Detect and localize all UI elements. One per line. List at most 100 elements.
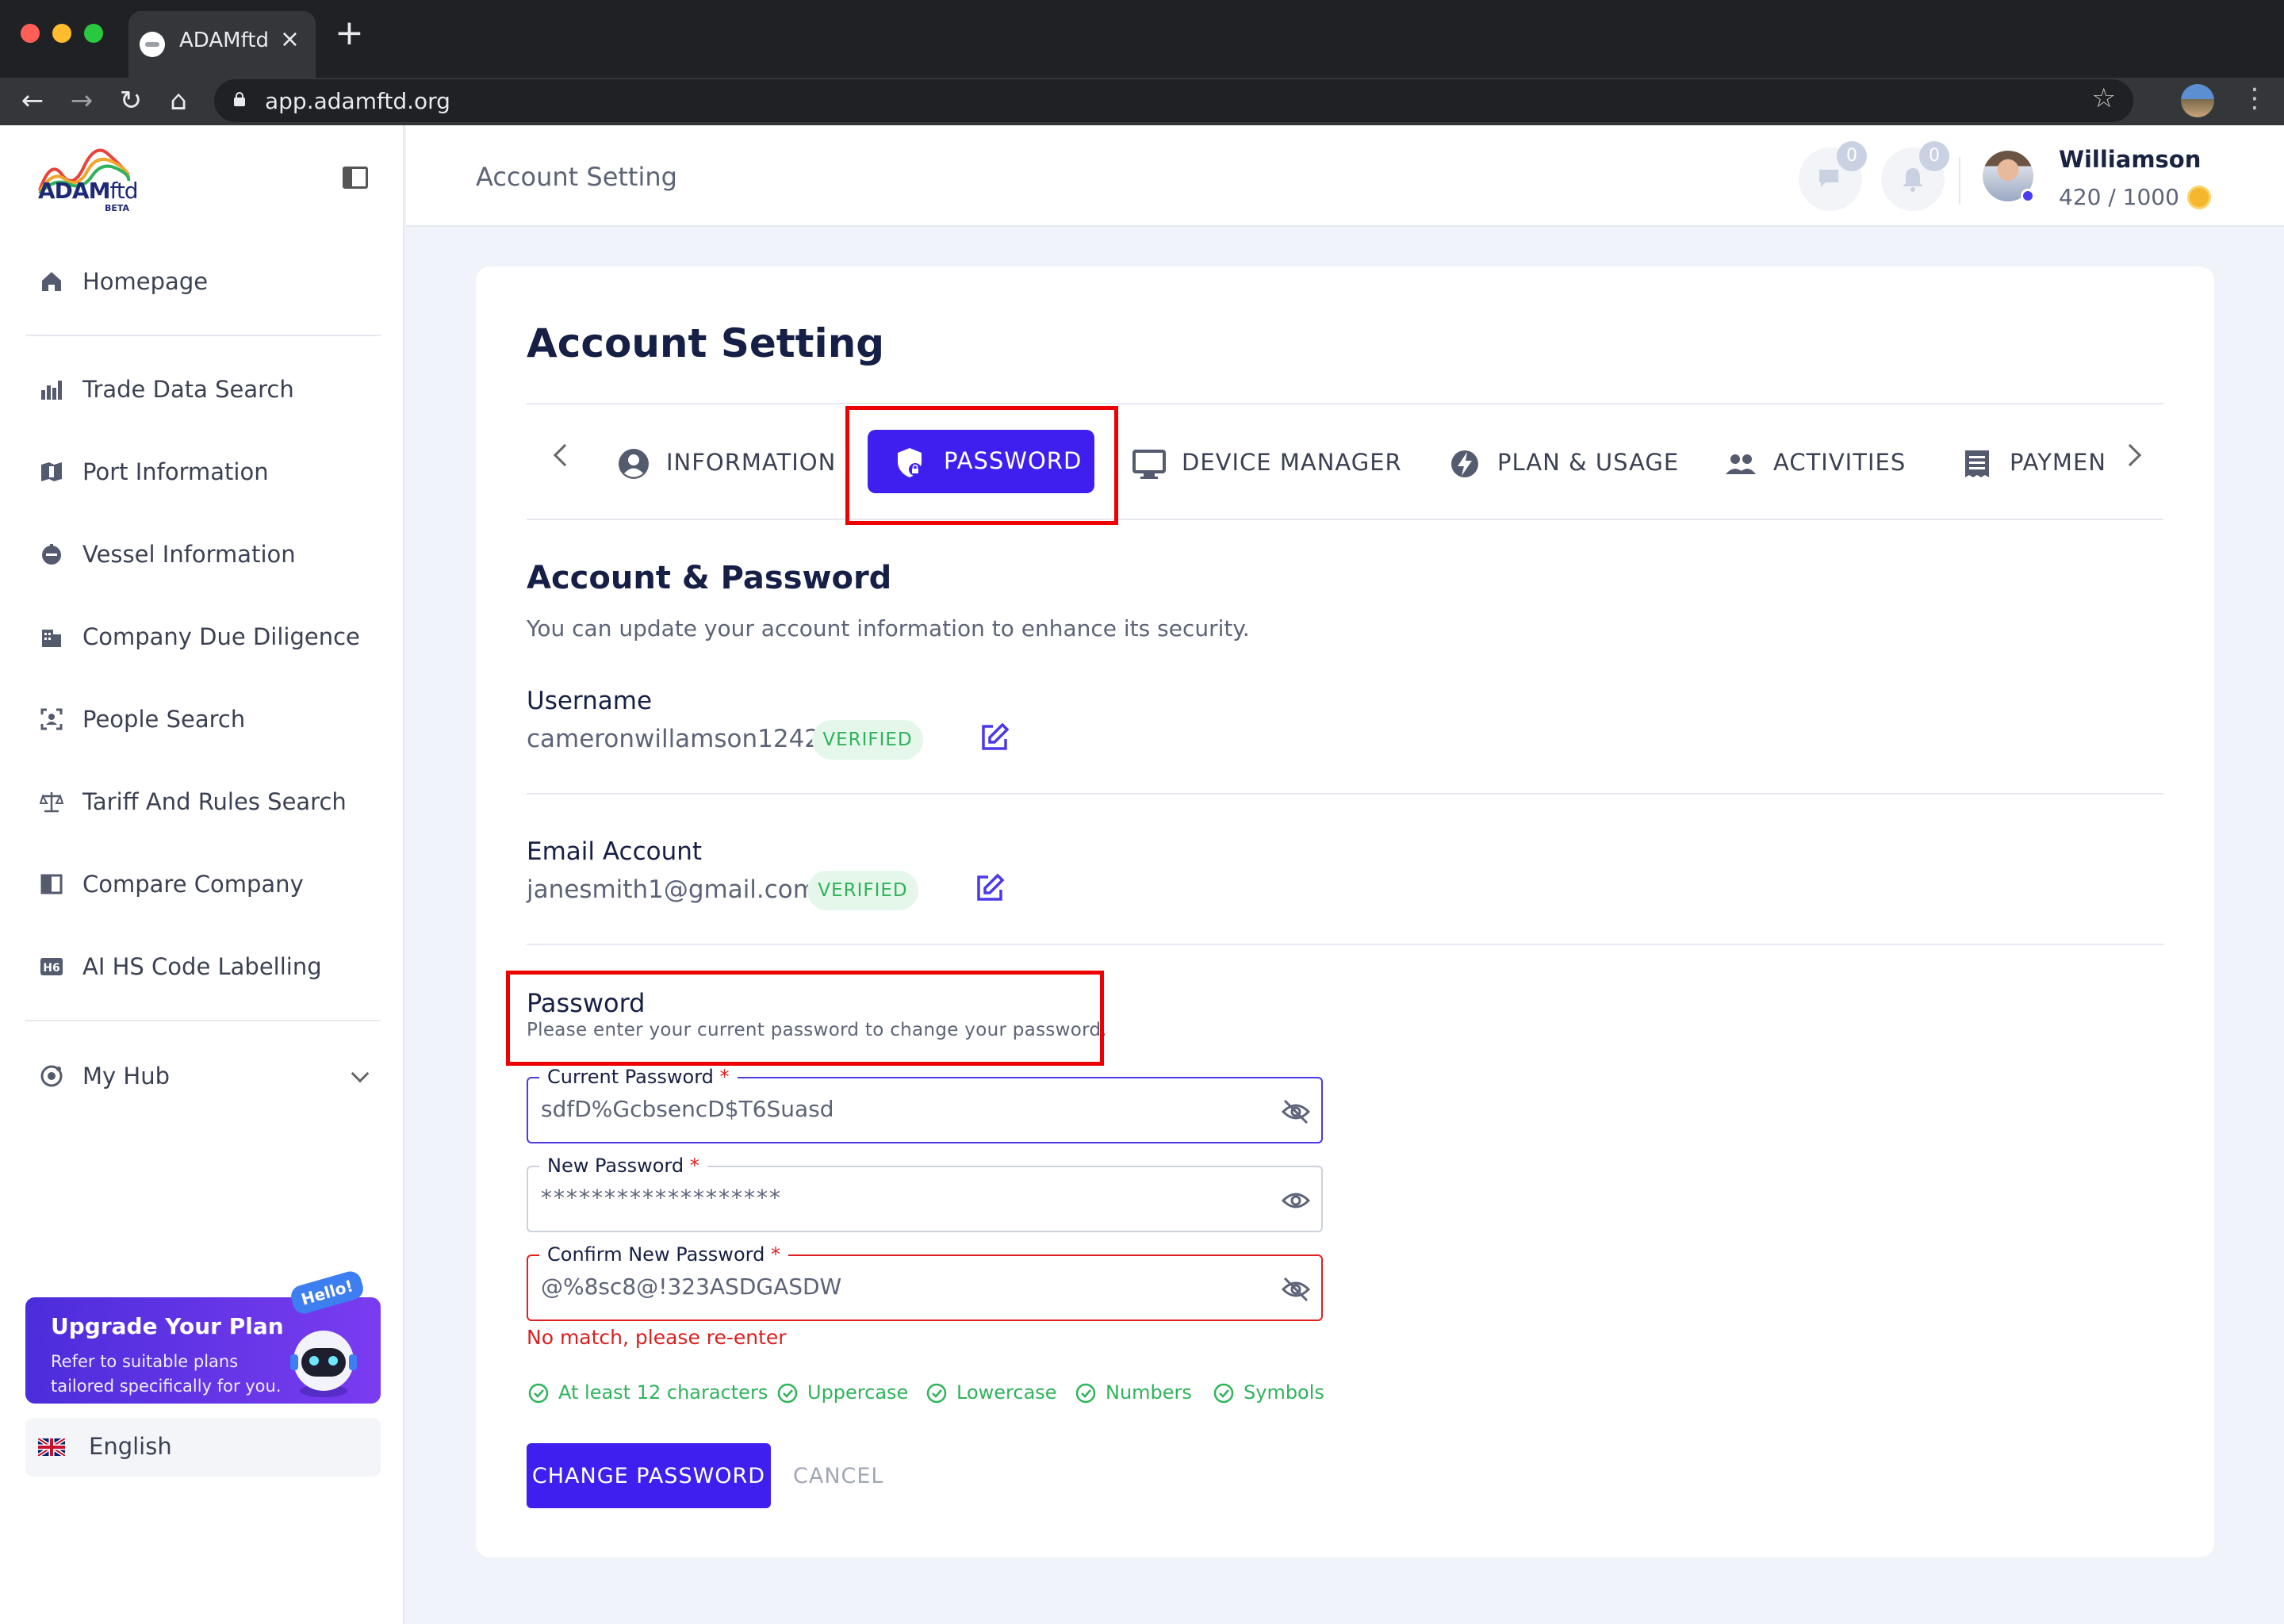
tab-activities[interactable]: ACTIVITIES bbox=[1724, 431, 1914, 495]
svg-text:H6: H6 bbox=[43, 962, 59, 975]
sidebar-item-company-due-diligence[interactable]: Company Due Diligence bbox=[25, 609, 381, 665]
uk-flag-icon bbox=[38, 1438, 65, 1456]
back-icon[interactable]: ← bbox=[13, 81, 52, 121]
sidebar-item-homepage[interactable]: Homepage bbox=[25, 254, 381, 309]
new-tab-button[interactable]: + bbox=[335, 16, 364, 51]
new-password-input[interactable]: ******************* bbox=[541, 1185, 782, 1211]
scale-icon bbox=[40, 792, 63, 813]
forward-icon[interactable]: → bbox=[62, 81, 102, 121]
home-browser-icon[interactable]: ⌂ bbox=[159, 81, 198, 121]
confirm-password-field[interactable]: Confirm New Password * @%8sc8@!323ASDGAS… bbox=[527, 1243, 1323, 1321]
current-password-label: Current Password * bbox=[539, 1066, 738, 1088]
highlight-box-password-tab bbox=[845, 406, 1118, 525]
notifications-button[interactable]: 0 bbox=[1881, 141, 1949, 211]
sidebar-item-ai-hs-code-labelling[interactable]: H6 AI HS Code Labelling bbox=[25, 939, 381, 994]
sidebar: ADAMftd BETA Homepage Trade Data Search … bbox=[0, 125, 404, 1624]
port-icon bbox=[41, 462, 62, 481]
check-circle-icon bbox=[528, 1383, 549, 1404]
sidebar-divider bbox=[25, 1020, 381, 1021]
hello-bubble: Hello! bbox=[288, 1269, 366, 1316]
section-title: Account & Password bbox=[527, 560, 892, 596]
sidebar-item-vessel-information[interactable]: Vessel Information bbox=[25, 527, 381, 582]
online-status-dot bbox=[2021, 189, 2035, 203]
messages-button[interactable]: 0 bbox=[1799, 141, 1867, 211]
logo-beta: BETA bbox=[105, 203, 130, 213]
minimize-window-button[interactable] bbox=[52, 24, 71, 43]
current-password-input[interactable]: sdfD%GcbsencD$T6Suasd bbox=[541, 1096, 834, 1122]
people-icon bbox=[1726, 454, 1756, 474]
tab-information[interactable]: INFORMATION bbox=[617, 431, 835, 495]
confirm-password-input[interactable]: @%8sc8@!323ASDGASDW bbox=[541, 1274, 841, 1300]
language-selector[interactable]: English bbox=[25, 1418, 381, 1477]
new-password-field[interactable]: New Password * ******************* bbox=[527, 1155, 1323, 1232]
building-icon bbox=[42, 630, 61, 647]
url-text: app.adamftd.org bbox=[265, 88, 450, 114]
close-window-button[interactable] bbox=[21, 24, 40, 43]
user-name[interactable]: Williamson bbox=[2059, 146, 2201, 173]
reload-icon[interactable]: ↻ bbox=[111, 81, 151, 121]
browser-tab[interactable]: ADAMftd × bbox=[128, 11, 316, 78]
upgrade-plan-card[interactable]: Upgrade Your Plan Refer to suitable plan… bbox=[25, 1269, 381, 1404]
compare-icon bbox=[40, 874, 63, 894]
current-password-field[interactable]: Current Password * sdfD%GcbsencD$T6Suasd bbox=[527, 1066, 1323, 1143]
chevron-down-icon bbox=[351, 1064, 370, 1083]
cancel-button[interactable]: CANCEL bbox=[793, 1443, 904, 1508]
edit-username-icon[interactable] bbox=[979, 722, 1010, 753]
tabs-scroll-right-icon[interactable] bbox=[2118, 443, 2142, 467]
sidebar-item-people-search[interactable]: People Search bbox=[25, 691, 381, 747]
user-credits: 420 / 1000 bbox=[2059, 184, 2179, 210]
header-separator bbox=[1959, 157, 1960, 205]
check-circle-icon bbox=[926, 1383, 947, 1404]
account-settings-card: Account Setting INFORMATION PASSWORD DEV… bbox=[476, 266, 2214, 1557]
browser-toolbar: ← → ↻ ⌂ app.adamftd.org ☆ ⋮ bbox=[0, 78, 2284, 125]
page-title: Account Setting bbox=[527, 320, 885, 366]
maximize-window-button[interactable] bbox=[84, 24, 103, 43]
browser-profile-avatar[interactable] bbox=[2181, 84, 2214, 117]
divider bbox=[527, 944, 2163, 945]
robot-mascot-icon bbox=[290, 1331, 357, 1397]
close-tab-icon[interactable]: × bbox=[280, 25, 300, 53]
hub-icon bbox=[40, 1065, 63, 1087]
sidebar-item-tariff-and-rules-search[interactable]: Tariff And Rules Search bbox=[25, 774, 381, 829]
sidebar-item-port-information[interactable]: Port Information bbox=[25, 444, 381, 500]
language-label: English bbox=[89, 1433, 172, 1460]
new-password-label: New Password * bbox=[539, 1155, 707, 1177]
lightning-icon bbox=[1451, 450, 1478, 477]
bookmark-star-icon[interactable]: ☆ bbox=[2092, 82, 2116, 114]
sidebar-item-compare-company[interactable]: Compare Company bbox=[25, 856, 381, 912]
check-circle-icon bbox=[777, 1383, 798, 1404]
username-label: Username bbox=[527, 687, 653, 715]
monitor-icon bbox=[1132, 450, 1166, 479]
tab-device-manager[interactable]: DEVICE MANAGER bbox=[1132, 431, 1402, 495]
change-password-button[interactable]: CHANGE PASSWORD bbox=[527, 1443, 771, 1508]
email-verified-badge: VERIFIED bbox=[807, 871, 918, 910]
home-icon bbox=[42, 272, 61, 291]
check-circle-icon bbox=[1213, 1383, 1234, 1404]
eye-off-icon[interactable] bbox=[1282, 1097, 1310, 1126]
tab-plan-usage[interactable]: PLAN & USAGE bbox=[1448, 431, 1678, 495]
tabs-scroll-left-icon[interactable] bbox=[553, 443, 577, 467]
favicon-icon bbox=[140, 32, 165, 57]
tabs-bottom-border bbox=[527, 519, 2163, 520]
vessel-icon bbox=[42, 544, 61, 565]
tab-payment[interactable]: PAYMEN bbox=[1960, 431, 2119, 495]
browser-tab-bar: ADAMftd × + bbox=[0, 0, 2284, 78]
eye-off-icon[interactable] bbox=[1282, 1275, 1310, 1304]
user-circle-icon bbox=[619, 449, 649, 479]
edit-email-icon[interactable] bbox=[974, 872, 1006, 904]
browser-menu-icon[interactable]: ⋮ bbox=[2241, 82, 2268, 114]
email-value: janesmith1@gmail.com bbox=[527, 875, 817, 904]
confirm-password-label: Confirm New Password * bbox=[539, 1243, 788, 1266]
address-bar[interactable]: app.adamftd.org ☆ bbox=[214, 79, 2133, 122]
browser-tab-title: ADAMftd bbox=[179, 29, 269, 52]
tabs-top-border bbox=[527, 403, 2163, 404]
sidebar-collapse-icon[interactable] bbox=[343, 167, 368, 189]
sidebar-divider bbox=[25, 335, 381, 336]
sidebar-item-trade-data-search[interactable]: Trade Data Search bbox=[25, 362, 381, 417]
top-header: Account Setting 0 0 Williamson 420 / 100… bbox=[406, 125, 2284, 227]
upgrade-description: Refer to suitable plans tailored specifi… bbox=[51, 1352, 282, 1396]
eye-icon[interactable] bbox=[1282, 1186, 1310, 1215]
sidebar-item-my-hub[interactable]: My Hub bbox=[25, 1048, 381, 1104]
section-subtitle: You can update your account information … bbox=[527, 615, 1250, 642]
divider bbox=[527, 793, 2163, 795]
